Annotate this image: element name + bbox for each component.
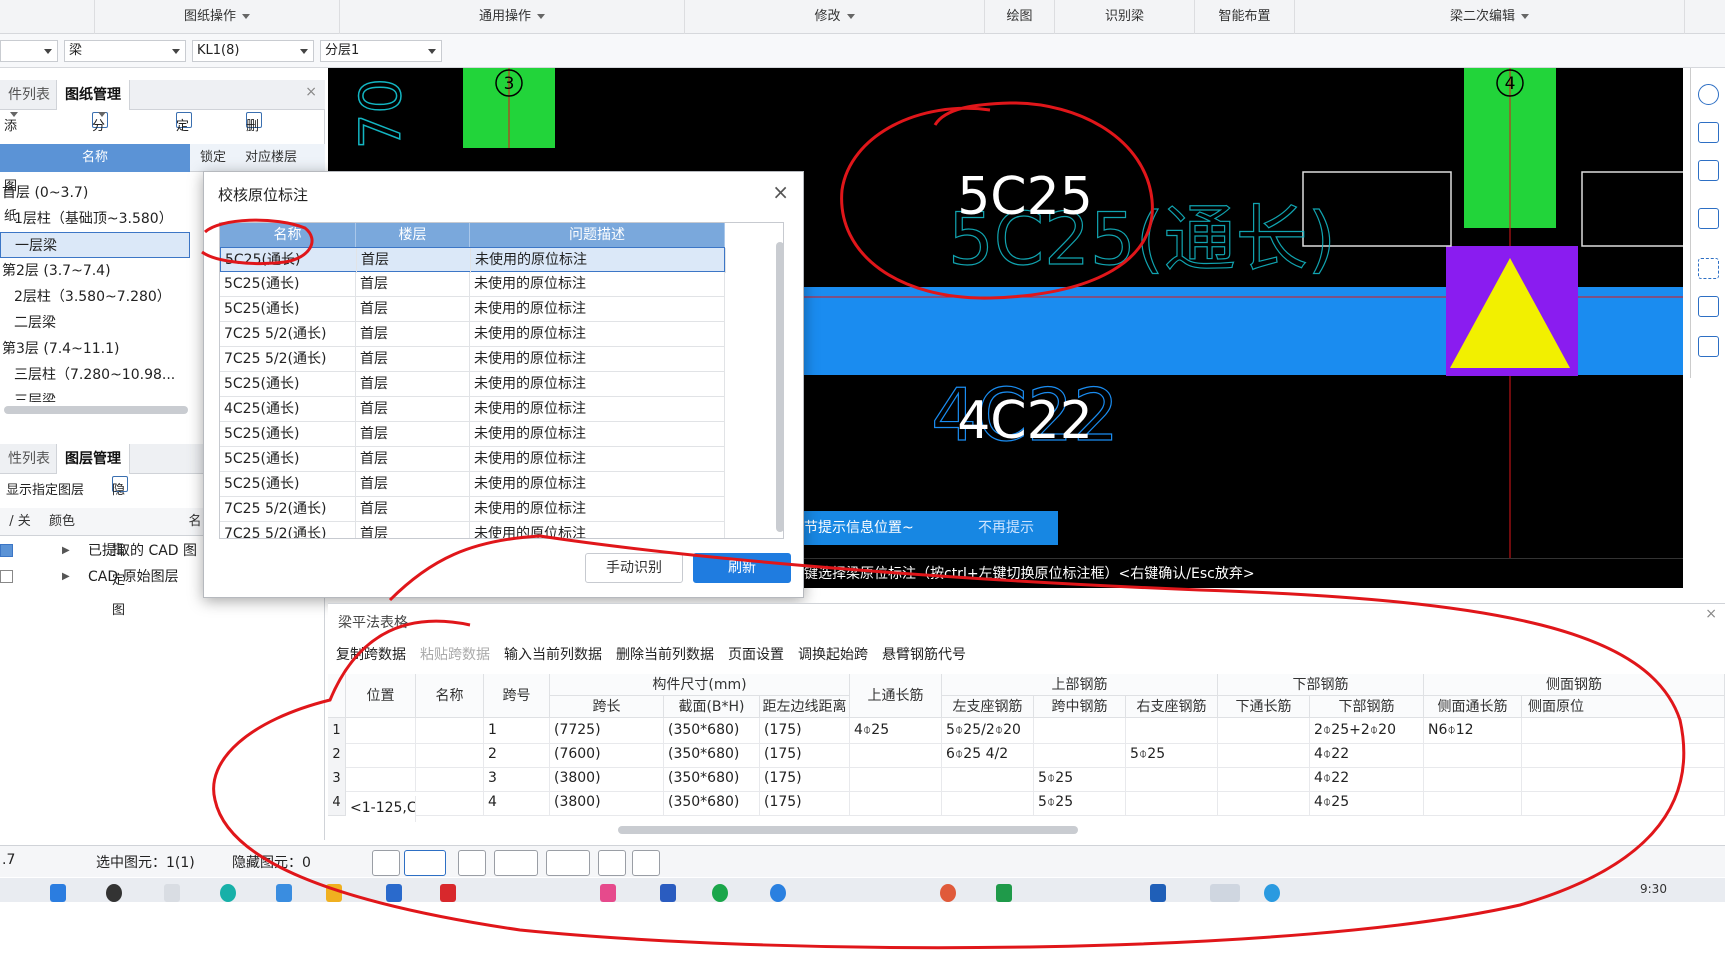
circle-annotation-top [840,101,1154,300]
red-annotation-layer [201,101,1686,950]
circle-annotation-header [201,218,314,265]
circle-annotation-table [212,534,1686,950]
app-window: 图纸操作 通用操作 修改 绘图 识别梁 智能布置 梁二次编辑 梁 KL1(8) … [0,0,1725,956]
